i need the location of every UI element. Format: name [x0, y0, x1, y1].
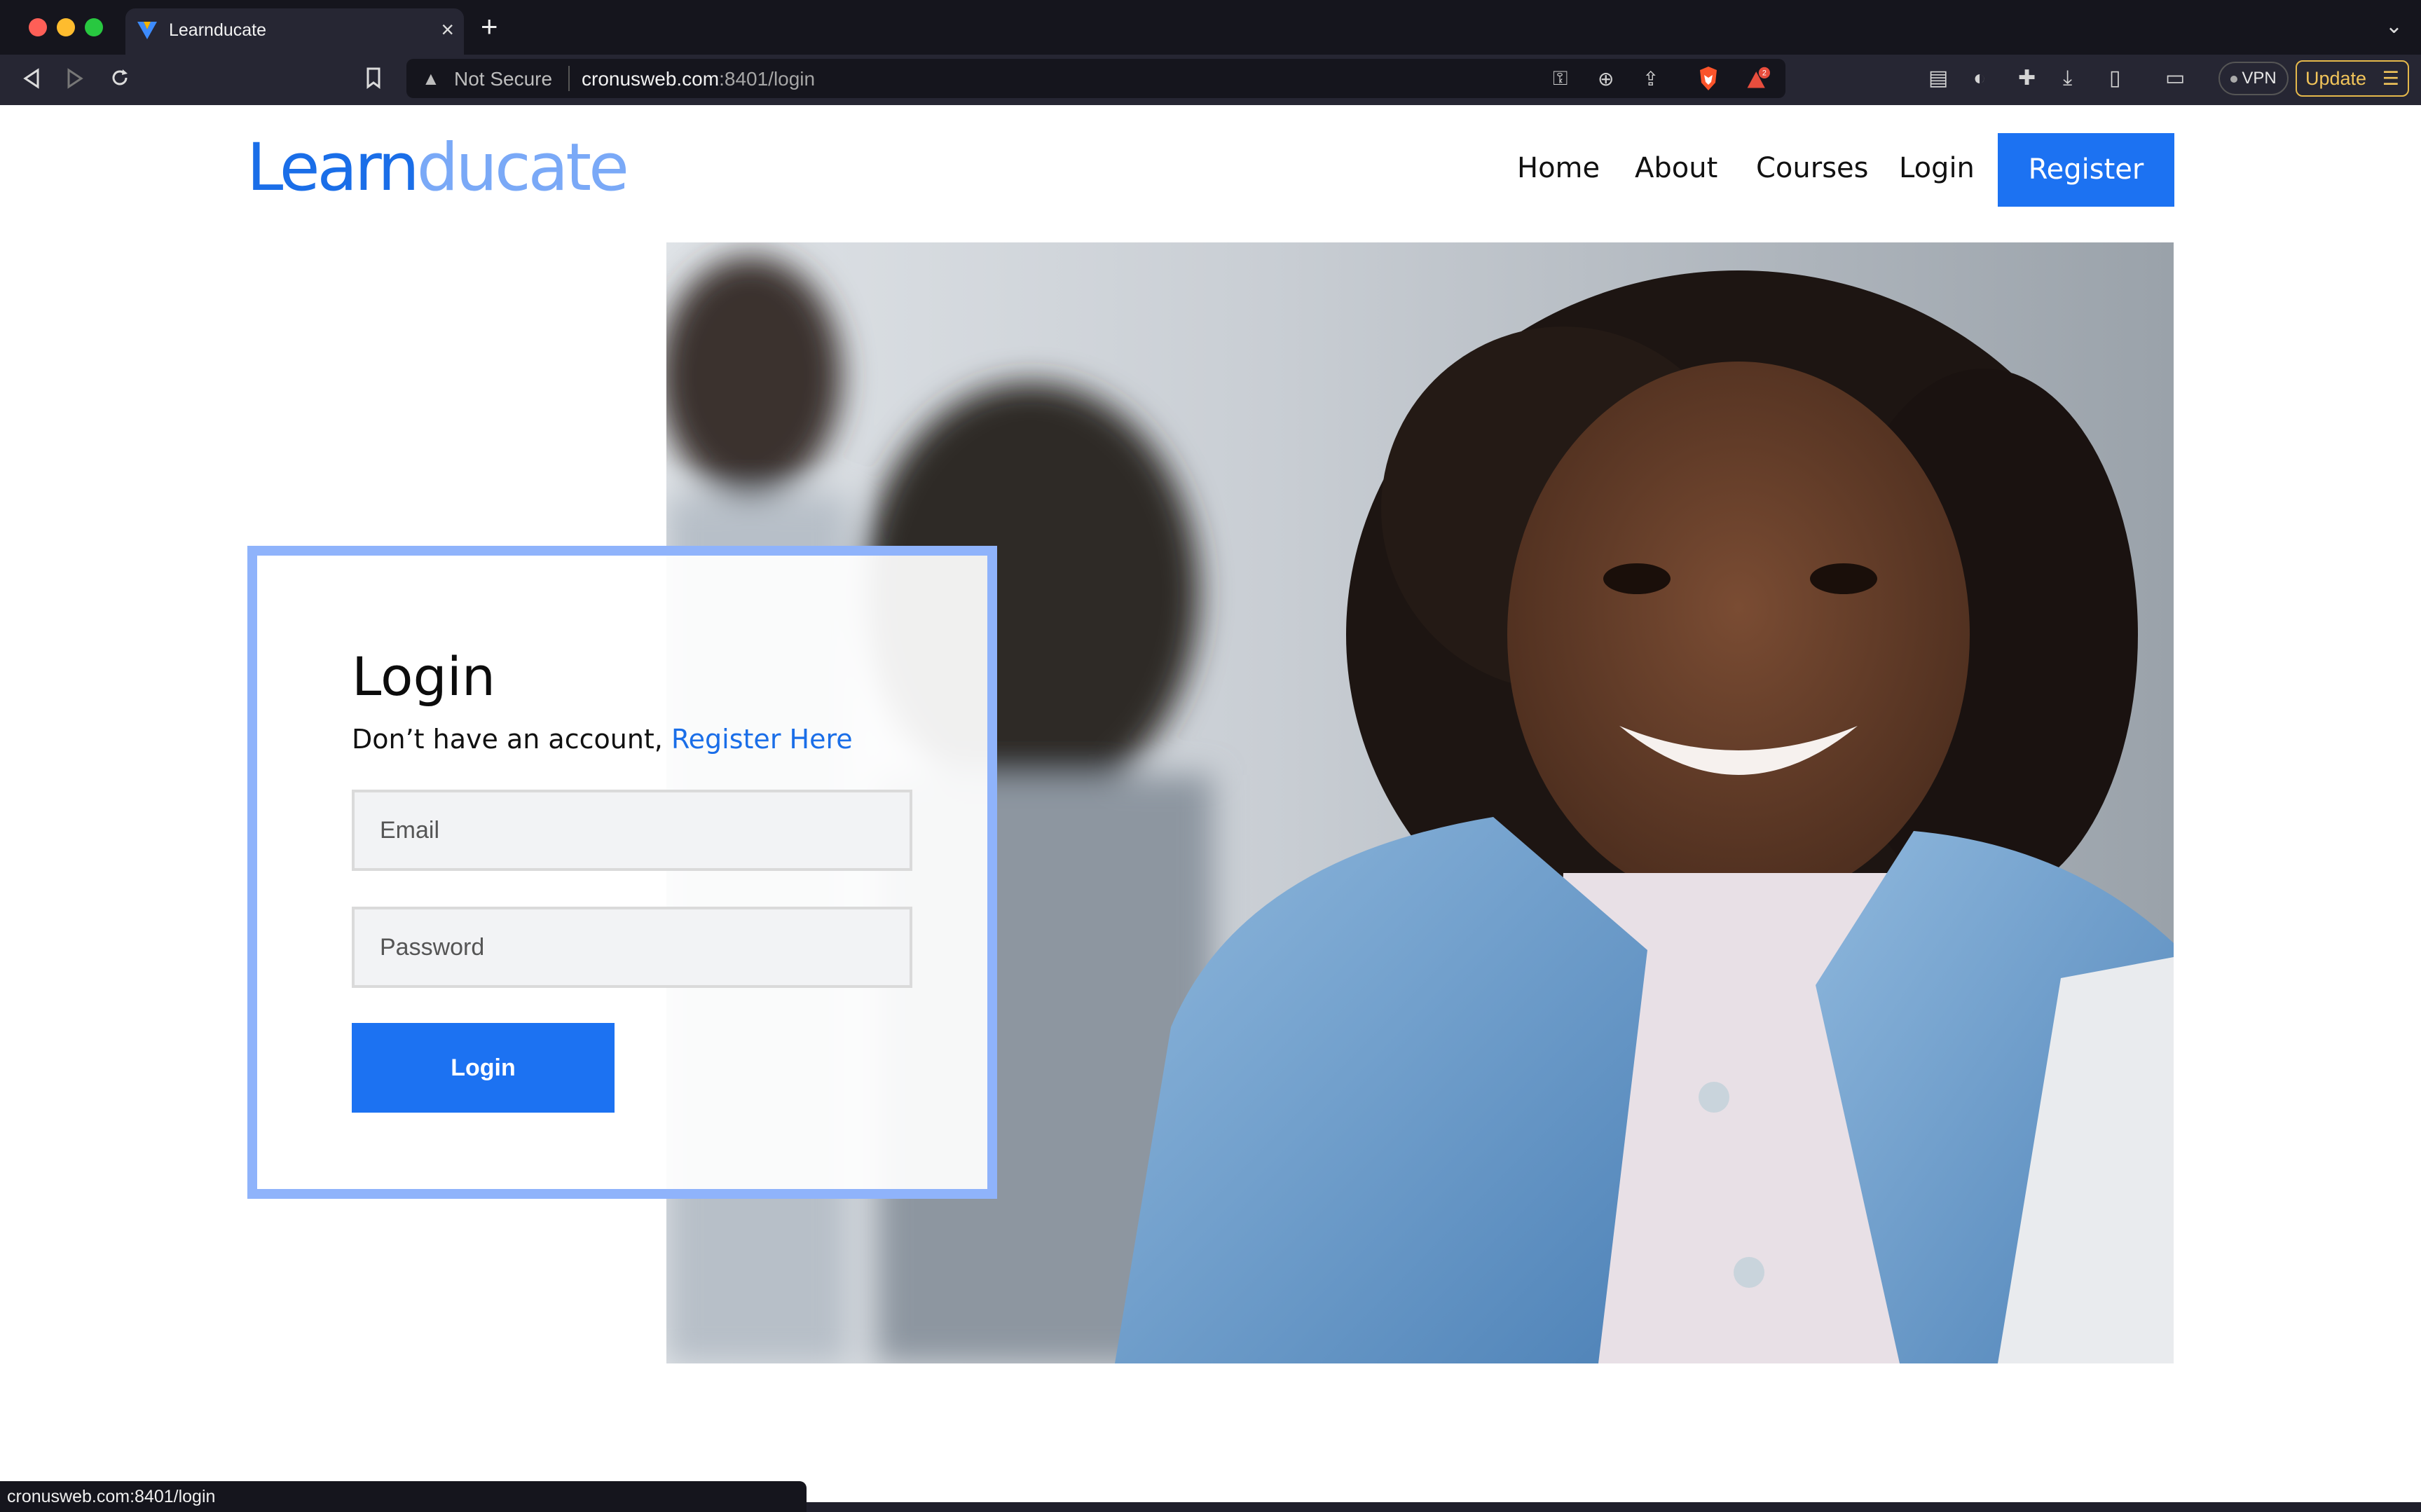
tab-title: Learnducate — [169, 20, 267, 40]
window-bottom-edge — [807, 1502, 2421, 1512]
new-tab-button[interactable]: + — [481, 12, 498, 41]
extension-icon-2[interactable]: ◐ — [1973, 64, 1986, 92]
zoom-icon[interactable]: ⊕ — [1598, 67, 1614, 90]
url-text[interactable]: cronusweb.com:8401/login — [582, 68, 815, 90]
logo-part-ducate: ducate — [416, 130, 629, 206]
extension-icon-1[interactable]: ▤ — [1928, 64, 1948, 92]
update-label: Update — [2305, 68, 2367, 89]
link-hover-status: cronusweb.com:8401/login — [0, 1481, 807, 1512]
downloads-icon[interactable]: ⤓ — [2063, 64, 2072, 92]
wallet-icon[interactable]: ▭ — [2165, 64, 2185, 92]
address-bar[interactable]: ▲ Not Secure cronusweb.com:8401/login ⚿ … — [406, 59, 1785, 98]
update-button[interactable]: Update ☰ — [2296, 60, 2409, 97]
back-icon[interactable] — [21, 67, 42, 90]
tab-strip: Learnducate × + ⌄ — [0, 0, 2421, 55]
share-icon[interactable]: ⇪ — [1642, 67, 1659, 90]
minimize-window-button[interactable] — [57, 18, 75, 36]
close-window-button[interactable] — [29, 18, 47, 36]
logo-part-learn: Learn — [247, 130, 420, 206]
forward-icon[interactable] — [64, 67, 85, 90]
nav-login[interactable]: Login — [1899, 147, 1975, 189]
tab-list-chevron-icon[interactable]: ⌄ — [2385, 14, 2403, 39]
login-submit-button[interactable]: Login — [352, 1023, 615, 1113]
browser-chrome: Learnducate × + ⌄ ▲ Not Secure cronusweb… — [0, 0, 2421, 105]
email-field[interactable] — [352, 790, 912, 871]
browser-tab-active[interactable]: Learnducate × — [125, 8, 464, 55]
nav-about[interactable]: About — [1635, 147, 1717, 189]
address-divider — [568, 66, 570, 91]
brave-rewards-icon[interactable]: 2 — [1745, 65, 1770, 92]
site-logo[interactable]: Learnducate — [247, 128, 629, 209]
extensions-puzzle-icon[interactable]: ✚ — [2018, 64, 2036, 92]
maximize-window-button[interactable] — [85, 18, 103, 36]
login-subtitle: Don’t have an account, Register Here — [352, 721, 853, 757]
url-path: :8401/login — [719, 68, 816, 90]
login-card: Login Don’t have an account, Register He… — [247, 546, 997, 1199]
site-favicon-icon — [137, 22, 157, 39]
vpn-status-dot — [2230, 75, 2238, 83]
rewards-badge-count: 2 — [1762, 69, 1767, 78]
bookmark-icon[interactable] — [363, 66, 384, 91]
warning-icon: ▲ — [422, 68, 440, 89]
close-tab-icon[interactable]: × — [441, 18, 454, 41]
url-host: cronusweb.com — [582, 68, 720, 90]
register-nav-button[interactable]: Register — [1998, 133, 2174, 207]
browser-toolbar: ▲ Not Secure cronusweb.com:8401/login ⚿ … — [0, 55, 2421, 105]
menu-icon: ☰ — [2382, 68, 2399, 89]
nav-courses[interactable]: Courses — [1756, 147, 1869, 189]
reload-icon[interactable] — [108, 66, 132, 90]
security-label[interactable]: Not Secure — [454, 68, 552, 90]
sidebar-toggle-icon[interactable]: ▯ — [2109, 64, 2121, 92]
brave-shields-icon[interactable] — [1696, 65, 1721, 92]
no-account-text: Don’t have an account, — [352, 724, 663, 755]
vpn-label: VPN — [2242, 69, 2277, 88]
register-here-link[interactable]: Register Here — [671, 724, 853, 755]
vpn-button[interactable]: VPN — [2218, 62, 2289, 95]
login-title: Login — [352, 645, 496, 708]
key-icon[interactable]: ⚿ — [1553, 67, 1568, 90]
nav-home[interactable]: Home — [1517, 147, 1600, 189]
password-field[interactable] — [352, 907, 912, 988]
